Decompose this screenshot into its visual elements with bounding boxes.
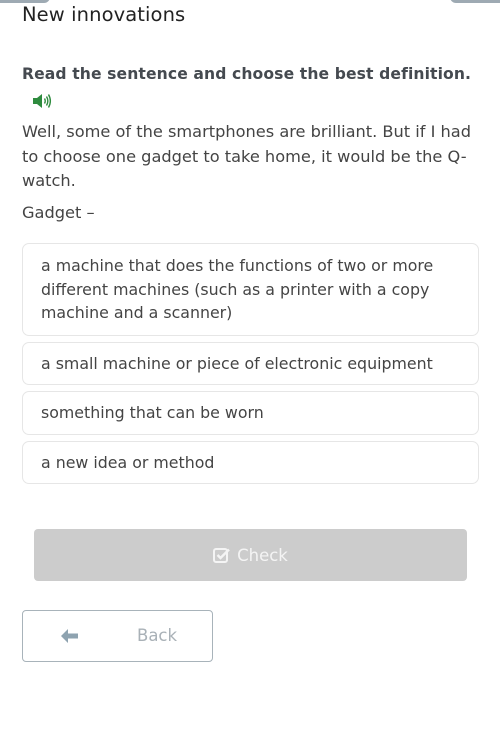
exercise-page: New innovations Read the sentence and ch… — [0, 0, 500, 753]
top-nav-tab-right[interactable] — [450, 0, 500, 3]
definition-prompt: Gadget – — [22, 203, 95, 222]
page-title: New innovations — [22, 3, 186, 26]
answer-options: a machine that does the functions of two… — [22, 243, 479, 490]
back-button[interactable]: Back — [22, 610, 213, 662]
answer-option[interactable]: something that can be worn — [22, 391, 479, 435]
back-button-label: Back — [137, 626, 178, 645]
speaker-icon — [33, 94, 52, 108]
checkbox-icon — [213, 547, 230, 563]
check-button[interactable]: Check — [34, 529, 467, 581]
arrow-left-icon — [61, 629, 78, 643]
answer-option[interactable]: a machine that does the functions of two… — [22, 243, 479, 336]
answer-option[interactable]: a new idea or method — [22, 440, 479, 484]
answer-option[interactable]: a small machine or piece of electronic e… — [22, 341, 479, 385]
audio-play-button[interactable] — [32, 92, 52, 110]
check-button-label: Check — [237, 545, 288, 565]
example-sentence: Well, some of the smartphones are brilli… — [22, 122, 471, 190]
instruction-text: Read the sentence and choose the best de… — [22, 65, 472, 83]
